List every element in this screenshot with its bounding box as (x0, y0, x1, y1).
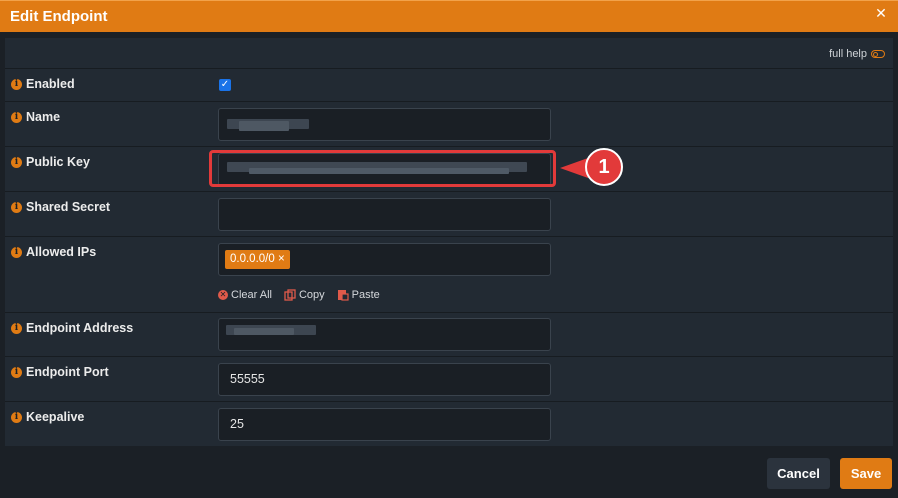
form-panel: full help i Enabled ✓ i Name i Public Ke… (5, 38, 893, 446)
paste-button[interactable]: Paste (337, 289, 380, 301)
row-shared-secret: i Shared Secret (5, 191, 893, 237)
dialog-titlebar: Edit Endpoint ✕ (0, 0, 898, 32)
row-enabled: i Enabled ✓ (5, 68, 893, 102)
close-icon[interactable]: ✕ (874, 6, 888, 20)
ip-tag-label: 0.0.0.0/0 (230, 253, 275, 265)
endpoint-address-input[interactable] (218, 318, 551, 351)
dialog-title: Edit Endpoint (10, 8, 108, 25)
info-icon[interactable]: i (11, 322, 22, 334)
cancel-button[interactable]: Cancel (767, 458, 830, 489)
info-icon[interactable]: i (11, 156, 22, 168)
info-icon[interactable]: i (11, 246, 22, 258)
callout-arrow (560, 158, 588, 178)
info-icon[interactable]: i (11, 366, 22, 378)
paste-icon (337, 290, 349, 301)
redacted-value (239, 121, 289, 131)
clear-all-label: Clear All (231, 289, 272, 301)
keepalive-input[interactable]: 25 (218, 408, 551, 441)
full-help-toggle[interactable]: full help (829, 48, 885, 60)
row-name: i Name (5, 101, 893, 147)
allowed-ips-input[interactable]: 0.0.0.0/0 × (218, 243, 551, 276)
copy-icon (284, 289, 296, 301)
full-help-label: full help (829, 48, 867, 60)
remove-tag-icon[interactable]: × (278, 253, 285, 265)
keepalive-label: Keepalive (26, 410, 85, 424)
endpoint-address-label: Endpoint Address (26, 321, 134, 335)
endpoint-port-input[interactable]: 55555 (218, 363, 551, 396)
endpoint-port-label: Endpoint Port (26, 365, 109, 379)
x-circle-icon: ✕ (218, 290, 228, 300)
shared-secret-label: Shared Secret (26, 200, 111, 214)
copy-label: Copy (298, 289, 325, 301)
info-icon[interactable]: i (11, 411, 22, 423)
row-keepalive: i Keepalive 25 (5, 401, 893, 447)
row-allowed-ips: i Allowed IPs 0.0.0.0/0 × ✕ Clear All Co… (5, 236, 893, 313)
clear-all-button[interactable]: ✕ Clear All (218, 289, 272, 301)
row-endpoint-port: i Endpoint Port 55555 (5, 356, 893, 402)
save-button[interactable]: Save (840, 458, 892, 489)
shared-secret-input[interactable] (218, 198, 551, 231)
info-icon[interactable]: i (11, 78, 22, 90)
row-endpoint-address: i Endpoint Address (5, 312, 893, 357)
paste-label: Paste (351, 289, 380, 301)
callout-number-badge: 1 (585, 148, 623, 186)
toggle-icon (871, 50, 885, 58)
ip-actions: ✕ Clear All Copy Paste (218, 289, 380, 301)
enabled-checkbox[interactable]: ✓ (219, 79, 231, 91)
info-icon[interactable]: i (11, 111, 22, 123)
name-label: Name (26, 110, 61, 124)
copy-button[interactable]: Copy (284, 289, 325, 301)
ip-tag[interactable]: 0.0.0.0/0 × (225, 250, 290, 269)
name-input[interactable] (218, 108, 551, 141)
redacted-value (234, 328, 294, 335)
info-icon[interactable]: i (11, 201, 22, 213)
public-key-label: Public Key (26, 155, 90, 169)
callout-highlight (209, 150, 556, 187)
enabled-label: Enabled (26, 77, 75, 91)
allowed-ips-label: Allowed IPs (26, 245, 97, 259)
